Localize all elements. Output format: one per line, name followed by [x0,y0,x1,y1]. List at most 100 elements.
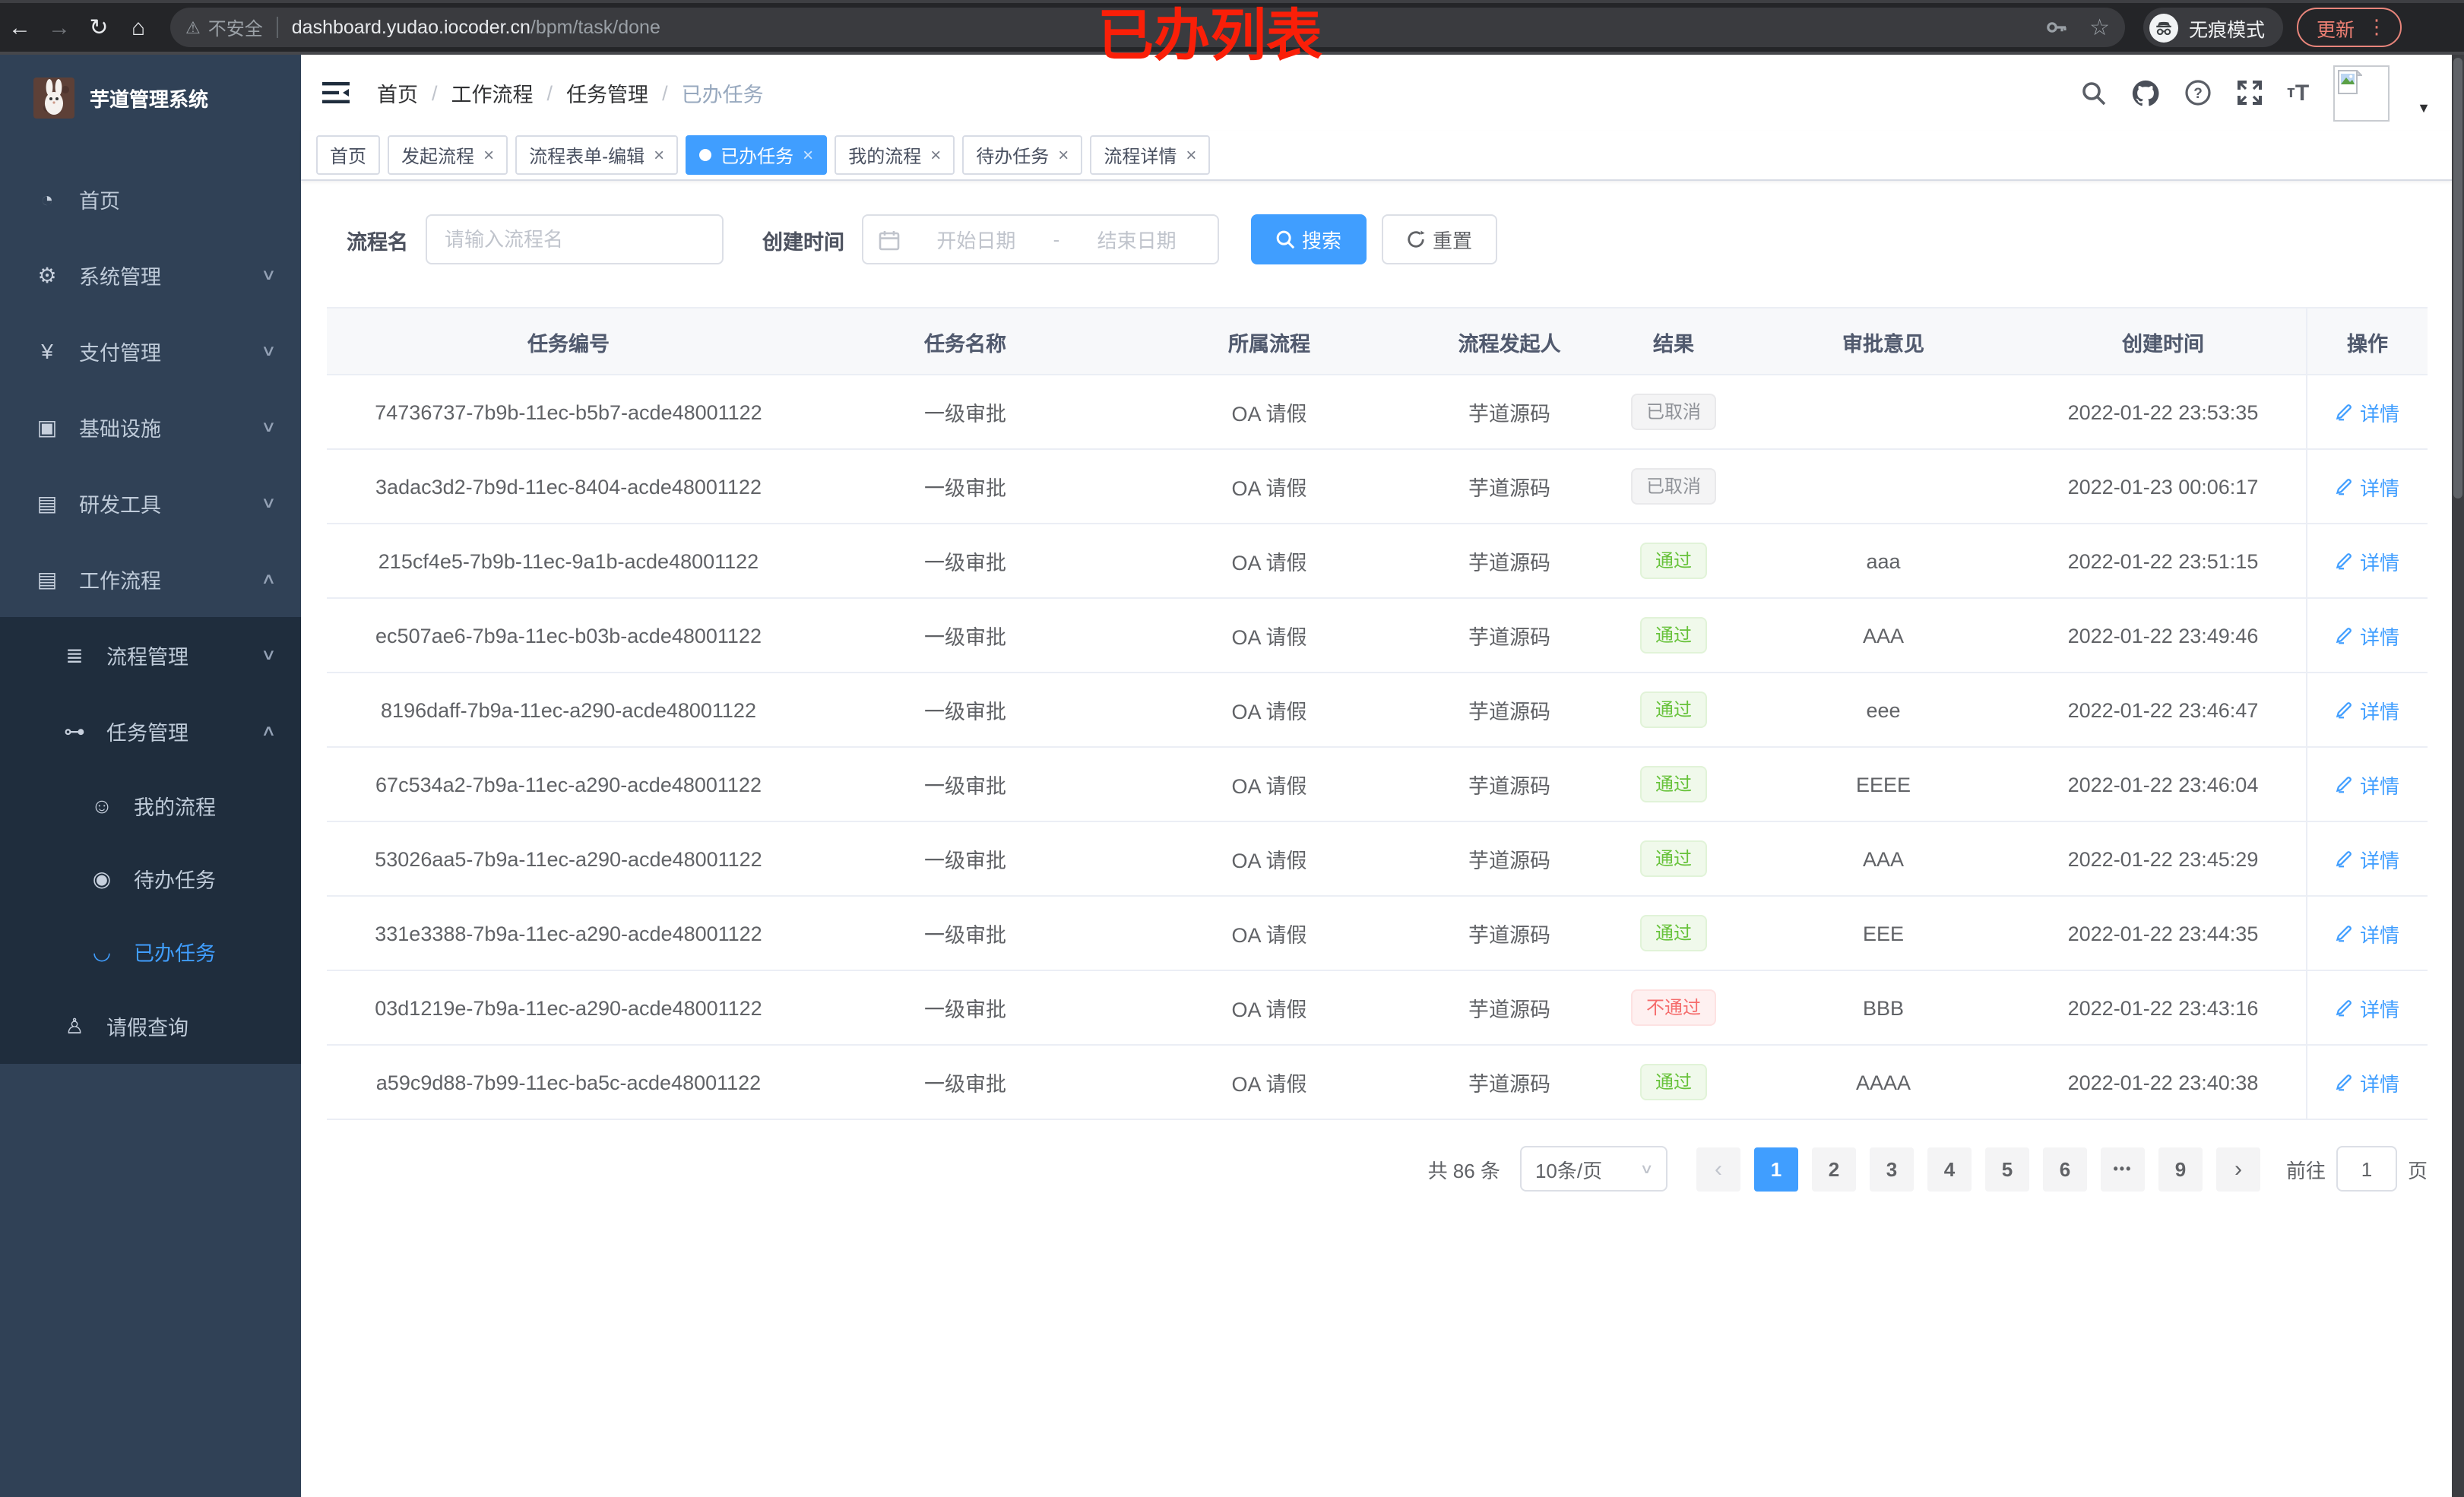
view-tab[interactable]: 已办任务 × [686,135,828,175]
view-tab[interactable]: 待办任务 × [962,135,1083,175]
dashboard-icon: ◔ [40,187,54,211]
password-key-icon[interactable] [2044,15,2068,40]
browser-reload-icon[interactable]: ↻ [79,14,119,41]
browser-scrollbar[interactable] [2452,55,2464,1497]
filter-bar: 流程名 创建时间 开始日期 - 结束日期 搜索 重置 [347,214,2452,264]
page-number-button[interactable]: 9 [2158,1147,2203,1191]
font-size-icon[interactable]: тT [2287,80,2309,106]
view-tab[interactable]: 流程表单-编辑 × [515,135,679,175]
goto-label: 前往 [2285,1159,2326,1182]
browser-home-icon[interactable]: ⌂ [119,14,158,40]
chevron-icon: ∨ [260,647,276,663]
help-icon[interactable]: ? [2184,79,2211,106]
detail-link[interactable]: 详情 [2336,770,2399,799]
app-logo-row[interactable]: 芋道管理系统 [0,55,301,140]
table-header: 任务编号 任务名称 所属流程 流程发起人 结果 审批意见 创建时间 操作 [327,307,2428,375]
done-task-table: 任务编号 任务名称 所属流程 流程发起人 结果 审批意见 创建时间 操作 747… [327,307,2428,1120]
sidebar-item[interactable]: ◉ 待办任务 [0,842,301,915]
col-task-name: 任务名称 [924,332,1006,355]
sidebar-item[interactable]: ☺ 我的流程 [0,769,301,842]
table-body: 74736737-7b9b-11ec-b5b7-acde48001122 一级审… [327,375,2428,1120]
close-icon[interactable]: × [654,144,664,166]
detail-link[interactable]: 详情 [2336,621,2399,650]
close-icon[interactable]: × [803,144,813,166]
next-page-button[interactable]: › [2215,1147,2260,1191]
gear-icon: ⚙ [37,262,57,286]
col-result: 结果 [1653,332,1694,355]
page-number-button[interactable]: 2 [1811,1147,1856,1191]
goto-page-input[interactable] [2336,1146,2397,1192]
table-row: 53026aa5-7b9a-11ec-a290-acde48001122 一级审… [327,822,2428,897]
page-number-button[interactable]: 6 [2042,1147,2087,1191]
top-navbar: 首页 / 工作流程 / 任务管理 / 已办任务 ? тT ▼ [301,55,2452,131]
sidebar-item[interactable]: ◔ 首页 [0,161,301,237]
detail-link[interactable]: 详情 [2336,993,2399,1022]
browser-forward-icon[interactable]: → [40,14,79,40]
breadcrumb-home[interactable]: 首页 [377,78,418,108]
page-size-select[interactable]: 10条/页 ∨ [1519,1146,1667,1192]
browser-menu-icon[interactable]: ⋮ [2367,15,2386,40]
detail-link[interactable]: 详情 [2336,695,2399,724]
task-name-cell: 一级审批 [924,477,1006,500]
sidebar-item-label: 工作流程 [79,570,161,593]
sidebar-item[interactable]: ¥ 支付管理 ∨ [0,313,301,389]
tab-label: 待办任务 [976,145,1050,166]
page-number-button[interactable]: 3 [1869,1147,1914,1191]
actions-cell: 详情 [2306,897,2428,970]
detail-link[interactable]: 详情 [2336,397,2399,426]
task-name-cell: 一级审批 [924,552,1006,574]
chevron-icon: ∨ [260,419,276,435]
prev-page-button[interactable]: ‹ [1696,1147,1740,1191]
page-number-button[interactable]: 5 [1984,1147,2029,1191]
breadcrumb-task-mgmt[interactable]: 任务管理 [566,78,648,108]
chevron-icon: ∨ [260,495,276,511]
page-number-button[interactable]: 1 [1753,1147,1798,1191]
page-number-button[interactable]: ••• [2100,1147,2145,1191]
view-tab[interactable]: 流程详情 × [1090,135,1211,175]
sidebar-item[interactable]: ◡ 已办任务 [0,915,301,988]
browser-update-button[interactable]: 更新 ⋮ [2297,8,2402,47]
fullscreen-icon[interactable] [2235,79,2263,106]
sidebar-item[interactable]: ≣ 流程管理 ∨ [0,617,301,693]
sidebar-item[interactable]: ▣ 基础设施 ∨ [0,389,301,465]
detail-link[interactable]: 详情 [2336,472,2399,501]
view-tab[interactable]: 我的流程 × [835,135,955,175]
search-icon[interactable] [2080,80,2106,106]
close-icon[interactable]: × [483,144,494,166]
github-icon[interactable] [2130,78,2159,107]
process-name-input[interactable] [425,214,723,264]
page-number-button[interactable]: 4 [1927,1147,1972,1191]
col-actions: 操作 [2306,309,2428,374]
collapse-sidebar-icon[interactable] [322,81,350,105]
close-icon[interactable]: × [1186,144,1196,166]
sidebar-item[interactable]: ⚙ 系统管理 ∨ [0,237,301,313]
sidebar-item[interactable]: ▤ 研发工具 ∨ [0,465,301,541]
detail-link[interactable]: 详情 [2336,546,2399,575]
caret-down-icon[interactable]: ▼ [2417,100,2431,116]
date-range-picker[interactable]: 开始日期 - 结束日期 [861,214,1218,264]
detail-link[interactable]: 详情 [2336,1068,2399,1097]
breadcrumb-workflow[interactable]: 工作流程 [451,78,534,108]
view-tab[interactable]: 首页 × [316,135,381,175]
reset-button[interactable]: 重置 [1381,214,1497,264]
close-icon[interactable]: × [1058,144,1069,166]
tab-label: 流程表单-编辑 [529,145,645,166]
result-cell: 通过 [1601,692,1747,728]
bookmark-star-icon[interactable]: ☆ [2089,14,2110,41]
sidebar-item[interactable]: ⊶ 任务管理 ∧ [0,693,301,769]
task-id-cell: 74736737-7b9b-11ec-b5b7-acde48001122 [375,400,762,423]
search-button[interactable]: 搜索 [1250,214,1367,264]
scrollbar-thumb[interactable] [2453,58,2462,498]
not-secure-label: 不安全 [207,17,263,39]
sidebar-item[interactable]: ♙ 请假查询 [0,988,301,1064]
detail-link[interactable]: 详情 [2336,919,2399,948]
detail-link[interactable]: 详情 [2336,844,2399,873]
avatar[interactable] [2333,65,2390,121]
close-icon[interactable]: × [930,144,941,166]
view-tab[interactable]: 发起流程 × [388,135,508,175]
process-cell: OA 请假 [1231,552,1307,574]
refresh-icon [1407,230,1424,248]
sidebar-item[interactable]: ▤ 工作流程 ∧ [0,541,301,617]
result-badge: 通过 [1639,840,1707,877]
browser-back-icon[interactable]: ← [0,14,40,40]
